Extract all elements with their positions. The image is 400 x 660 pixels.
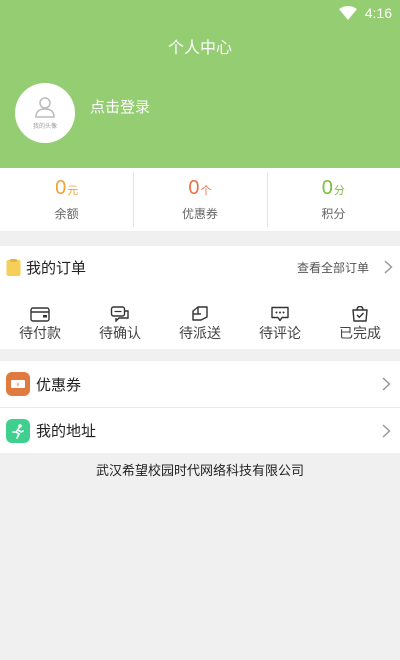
order-status-label: 已完成 xyxy=(339,326,381,342)
stat-coupons-label: 优惠券 xyxy=(181,207,218,221)
view-all-orders-link[interactable]: 查看全部订单 xyxy=(297,259,369,276)
order-status-label: 待付款 xyxy=(19,326,61,342)
truck-icon xyxy=(192,306,208,321)
login-link[interactable]: 点击登录 xyxy=(90,96,150,117)
stat-coupons-value: 0 xyxy=(188,177,200,199)
stat-points-value: 0 xyxy=(321,177,333,199)
profile-header: 4:16 个人中心 我的头像 点击登录 xyxy=(0,0,400,168)
menu-item-label: 我的地址 xyxy=(36,422,97,440)
order-status-label: 待派送 xyxy=(179,326,221,342)
stat-balance[interactable]: 0 元 余额 xyxy=(0,168,133,231)
order-status-label: 待评论 xyxy=(259,326,301,342)
user-icon xyxy=(35,97,55,118)
order-status-completed[interactable]: 已完成 xyxy=(320,288,400,349)
stat-coupons-unit: 个 xyxy=(200,184,212,197)
stat-points[interactable]: 0 分 积分 xyxy=(266,168,400,231)
order-status-label: 待确认 xyxy=(99,326,141,342)
stat-points-label: 积分 xyxy=(321,207,346,221)
status-bar: 4:16 xyxy=(338,3,392,23)
stats-bar: 0 元 余额 0 个 优惠券 0 分 积分 xyxy=(0,168,400,231)
coupon-icon: ¥ xyxy=(6,372,30,396)
avatar-caption: 我的头像 xyxy=(32,123,57,130)
avatar[interactable]: 我的头像 xyxy=(15,83,75,143)
order-doc-icon xyxy=(6,258,21,276)
menu-list: ¥ 优惠券 我的地址 xyxy=(0,361,400,453)
stat-coupons[interactable]: 0 个 优惠券 xyxy=(133,168,266,231)
order-status-row: 待付款 待确认 待派送 待评论 已完成 xyxy=(0,288,400,349)
chevron-right-icon xyxy=(382,377,391,391)
address-runner-icon xyxy=(6,418,30,443)
wallet-icon xyxy=(30,307,50,322)
stat-points-unit: 分 xyxy=(333,184,345,197)
company-name: 武汉希望校园时代网络科技有限公司 xyxy=(95,464,304,479)
stat-balance-unit: 元 xyxy=(67,184,79,197)
chevron-right-icon xyxy=(384,260,393,274)
wifi-icon xyxy=(338,6,357,20)
orders-header[interactable]: 我的订单 查看全部订单 xyxy=(0,246,400,288)
stat-balance-label: 余额 xyxy=(54,207,79,221)
orders-title: 我的订单 xyxy=(26,258,87,277)
stat-balance-value: 0 xyxy=(55,177,67,199)
chat-confirm-icon xyxy=(110,306,129,322)
menu-item-label: 优惠券 xyxy=(36,375,82,394)
orders-section: 我的订单 查看全部订单 待付款 待确认 待派送 待评论 已完成 xyxy=(0,246,400,349)
order-status-review[interactable]: 待评论 xyxy=(240,288,320,349)
page-title: 个人中心 xyxy=(167,38,232,57)
comment-icon xyxy=(271,306,289,322)
chevron-right-icon xyxy=(382,424,391,438)
svg-text:¥: ¥ xyxy=(16,383,19,389)
menu-item-coupons[interactable]: ¥ 优惠券 xyxy=(0,361,400,407)
order-status-unpaid[interactable]: 待付款 xyxy=(0,288,80,349)
order-status-delivering[interactable]: 待派送 xyxy=(160,288,240,349)
menu-item-address[interactable]: 我的地址 xyxy=(0,407,400,453)
status-time: 4:16 xyxy=(364,5,392,21)
bag-check-icon xyxy=(352,306,368,322)
order-status-confirm[interactable]: 待确认 xyxy=(80,288,160,349)
